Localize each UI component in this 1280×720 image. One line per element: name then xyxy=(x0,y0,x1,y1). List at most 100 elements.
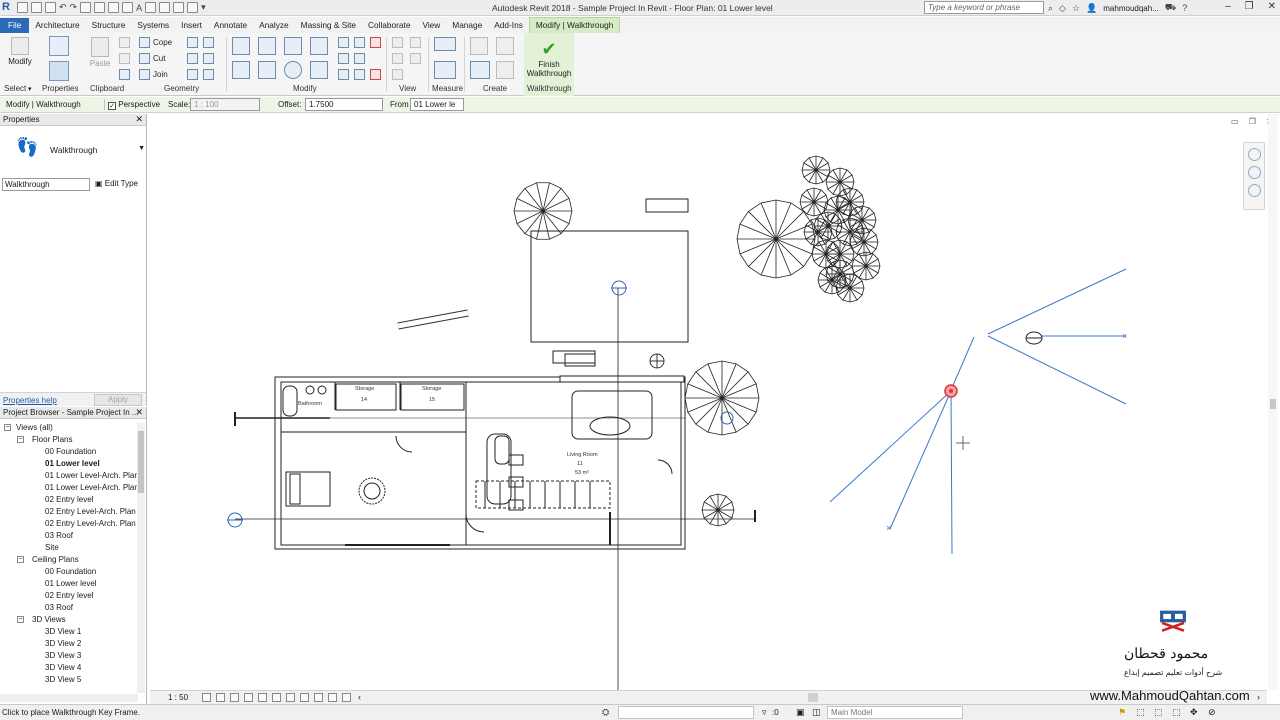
browser-scrollbar[interactable] xyxy=(137,423,145,693)
create-similar-icon[interactable] xyxy=(496,61,514,79)
pan-icon[interactable] xyxy=(1247,184,1261,197)
scroll-left-icon[interactable]: ‹ xyxy=(358,692,361,702)
help-icon[interactable]: ? xyxy=(1182,3,1187,13)
match-type-icon[interactable] xyxy=(119,69,130,80)
redo-icon[interactable]: ↷ xyxy=(70,2,78,13)
browser-item[interactable]: 3D View 5 xyxy=(45,674,81,686)
wall-joins-icon[interactable] xyxy=(187,37,198,48)
horizontal-scroll-thumb[interactable] xyxy=(808,693,818,702)
close-icon[interactable]: ✕ xyxy=(1268,1,1276,12)
close-icon[interactable]: ✕ xyxy=(135,407,143,418)
reveal-hidden-icon[interactable] xyxy=(300,693,309,702)
split-gap-icon[interactable] xyxy=(354,37,365,48)
tree-toggle-icon[interactable]: − xyxy=(17,436,24,443)
section-icon[interactable] xyxy=(159,2,171,13)
cut-button[interactable]: Cut xyxy=(153,54,165,63)
browser-item[interactable]: 00 Foundation xyxy=(45,446,96,458)
user-name[interactable]: mahmoudqah... xyxy=(1103,4,1159,13)
zoom-icon[interactable] xyxy=(1247,166,1261,179)
select-dropdown-icon[interactable]: ▾ xyxy=(28,85,32,93)
create-parts-icon[interactable] xyxy=(496,37,514,55)
remove-paint-icon[interactable] xyxy=(203,53,214,64)
demolish-icon[interactable] xyxy=(187,69,198,80)
browser-item[interactable]: 3D View 1 xyxy=(45,626,81,638)
walkthrough-path[interactable] xyxy=(950,336,975,391)
browser-item[interactable]: 3D View 3 xyxy=(45,650,81,662)
copy-icon[interactable] xyxy=(258,61,276,79)
undo-icon[interactable]: ↶ xyxy=(59,2,67,13)
drawing-area[interactable]: Bathroom Storage Storage 14 15 Living Ro… xyxy=(150,114,1267,690)
view-scale[interactable]: 1 : 50 xyxy=(168,693,188,702)
analytical-model-icon[interactable] xyxy=(342,693,351,702)
finish-walkthrough-button[interactable]: ✔ Finish Walkthrough xyxy=(525,38,573,78)
temporary-hide-icon[interactable] xyxy=(286,693,295,702)
vertical-scrollbar[interactable] xyxy=(1268,114,1278,690)
browser-item[interactable]: 01 Lower Level-Arch. Plan xyxy=(45,482,139,494)
mirror-draw-icon[interactable] xyxy=(310,37,328,55)
trim-single-icon[interactable] xyxy=(354,69,365,80)
floor-plan-view[interactable]: Bathroom Storage Storage 14 15 Living Ro… xyxy=(150,114,1267,690)
mirror-axis-icon[interactable] xyxy=(284,37,302,55)
join-icon[interactable] xyxy=(139,69,150,80)
tab-annotate[interactable]: Annotate xyxy=(208,18,253,33)
minimize-icon[interactable]: – xyxy=(1225,1,1231,12)
close-icon[interactable]: ✕ xyxy=(135,114,143,125)
temp-properties-icon[interactable] xyxy=(314,693,323,702)
sync-icon[interactable] xyxy=(45,2,56,13)
properties-help-link[interactable]: Properties help xyxy=(3,396,57,405)
create-group-icon[interactable] xyxy=(470,61,490,79)
scroll-thumb[interactable] xyxy=(1270,399,1276,409)
revit-logo-icon[interactable]: R xyxy=(2,1,14,14)
align-icon[interactable] xyxy=(232,37,250,55)
thin-lines-icon[interactable] xyxy=(173,2,185,13)
star-icon[interactable]: ☆ xyxy=(1072,3,1080,14)
move-icon[interactable] xyxy=(232,61,250,79)
unjoin-icon[interactable] xyxy=(203,69,214,80)
properties-toggle-button[interactable] xyxy=(46,61,72,83)
unpin-icon[interactable] xyxy=(370,37,381,48)
apply-button[interactable]: Apply xyxy=(94,394,142,406)
scroll-thumb[interactable] xyxy=(138,431,144,493)
search-input[interactable]: Type a keyword or phrase xyxy=(924,1,1044,14)
browser-item[interactable]: 01 Lower level xyxy=(45,578,97,590)
browser-item[interactable]: 3D View 4 xyxy=(45,662,81,674)
select-underlay-icon[interactable]: ⬚ xyxy=(1136,707,1145,718)
browser-item[interactable]: 01 Lower level xyxy=(45,458,100,470)
paste-button[interactable]: Paste xyxy=(86,37,114,68)
drag-elements-icon[interactable]: ✥ xyxy=(1190,707,1198,718)
paint-icon[interactable] xyxy=(187,53,198,64)
target-marker-icon[interactable]: × xyxy=(886,523,891,533)
select-by-face-icon[interactable]: ⬚ xyxy=(1172,707,1181,718)
chevron-down-icon[interactable]: ▼ xyxy=(138,145,145,152)
view-filter-icon[interactable] xyxy=(410,53,421,64)
create-assembly-icon[interactable] xyxy=(470,37,488,55)
browser-item[interactable]: 3D Views xyxy=(32,614,66,626)
filter-selection-icon[interactable]: ⊘ xyxy=(1208,707,1216,718)
tab-modify-walkthrough[interactable]: Modify | Walkthrough xyxy=(528,17,621,33)
detail-level-icon[interactable] xyxy=(202,693,211,702)
measure-distance-icon[interactable] xyxy=(434,37,456,51)
offset-input[interactable]: 1.7500 xyxy=(305,98,383,111)
rotate-icon[interactable] xyxy=(284,61,302,79)
filter-icon[interactable]: ▿ xyxy=(762,707,767,718)
scale-select[interactable]: 1 : 100 xyxy=(190,98,260,111)
perspective-checkbox[interactable]: ✓ Perspective xyxy=(108,100,160,110)
tree-toggle-icon[interactable]: − xyxy=(4,424,11,431)
linework-icon[interactable] xyxy=(392,53,403,64)
type-properties-button[interactable] xyxy=(46,36,72,58)
tab-systems[interactable]: Systems xyxy=(131,18,175,33)
copy-clip-icon[interactable] xyxy=(119,53,130,64)
active-workset-select[interactable] xyxy=(618,706,754,719)
tree-toggle-icon[interactable]: − xyxy=(17,556,24,563)
browser-item[interactable]: 03 Roof xyxy=(45,530,73,542)
browser-item[interactable]: 02 Entry Level-Arch. Plan xyxy=(45,518,136,530)
split-icon[interactable] xyxy=(338,37,349,48)
design-options-icon[interactable]: ◫ xyxy=(812,707,821,718)
delete-icon[interactable] xyxy=(370,69,381,80)
show-crop-icon[interactable] xyxy=(272,693,281,702)
select-pinned-icon[interactable]: ⬚ xyxy=(1154,707,1163,718)
steering-wheel-icon[interactable] xyxy=(1247,148,1261,161)
maximize-icon[interactable]: ❐ xyxy=(1245,1,1254,12)
pin-icon[interactable] xyxy=(338,69,349,80)
scale-icon[interactable] xyxy=(354,53,365,64)
